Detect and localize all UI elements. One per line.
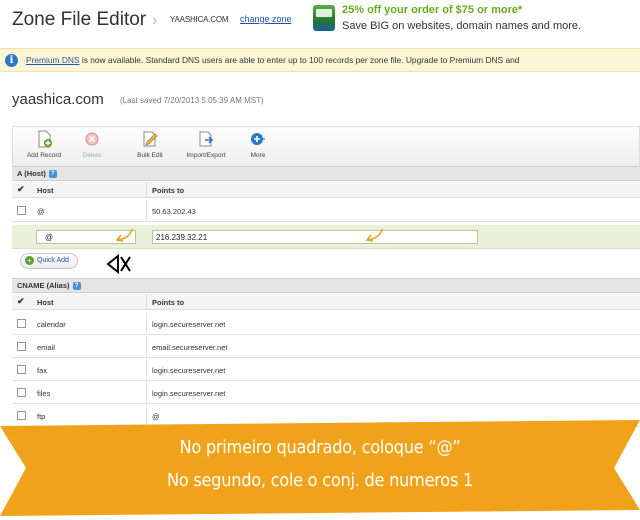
- new-points-to-input[interactable]: [152, 230, 478, 244]
- points-to-column-label: Points to: [152, 298, 185, 307]
- table-row[interactable]: email email.secureserver.net: [12, 336, 640, 358]
- more-button[interactable]: More: [231, 130, 285, 164]
- banner-line-1: No primeiro quadrado, coloque “@”: [179, 437, 461, 458]
- delete-icon: [85, 132, 99, 146]
- row-host: email: [37, 343, 55, 352]
- a-host-column-header: ✔ Host Points to: [12, 182, 640, 198]
- arrow-annotation-host: [115, 228, 133, 242]
- points-to-column-label: Points to: [152, 186, 185, 195]
- row-points-to: login.secureserver.net: [152, 320, 226, 329]
- info-icon: i: [5, 54, 18, 67]
- import-export-label: Import/Export: [186, 152, 226, 159]
- row-checkbox[interactable]: [17, 319, 26, 328]
- table-row[interactable]: fax login.secureserver.net: [12, 359, 640, 381]
- info-bar: i Premium DNS is now available. Standard…: [0, 48, 640, 72]
- row-points-to: email.secureserver.net: [152, 343, 228, 352]
- more-label: More: [250, 152, 266, 159]
- table-row[interactable]: files login.secureserver.net: [12, 382, 640, 404]
- more-icon: [251, 133, 265, 145]
- select-all-checkmark-icon[interactable]: ✔: [17, 296, 25, 307]
- row-checkbox[interactable]: [17, 388, 26, 397]
- change-zone-link[interactable]: change zone: [240, 14, 292, 24]
- cname-section-header: CNAME (Alias)?: [12, 278, 640, 293]
- column-divider: [146, 313, 147, 335]
- toolbar: Add Record Delete Bulk Edit Import/Expor…: [12, 126, 640, 166]
- select-all-checkmark-icon[interactable]: ✔: [17, 184, 25, 195]
- a-host-section-header: A (Host)?: [12, 166, 640, 181]
- row-host: @: [37, 207, 45, 216]
- column-divider: [146, 294, 147, 310]
- import-export-button[interactable]: Import/Export: [179, 130, 233, 164]
- chevron-right-icon: ›: [152, 12, 158, 29]
- column-divider: [146, 382, 147, 404]
- column-divider: [146, 359, 147, 381]
- banner-ribbon: [0, 420, 640, 516]
- pointer-cursor-icon: [106, 253, 131, 275]
- add-record-button[interactable]: Add Record: [17, 130, 71, 164]
- arrow-annotation-points: [365, 228, 383, 242]
- column-divider: [146, 336, 147, 358]
- app-header: Zone File Editor › YAASHICA.COM change z…: [0, 0, 640, 44]
- table-row[interactable]: @ 50.63.202.43: [12, 200, 640, 222]
- premium-dns-link[interactable]: Premium DNS: [26, 55, 80, 65]
- last-saved-text: (Last saved 7/20/2013 5:05:39 AM MST): [120, 96, 264, 105]
- row-points-to: 50.63.202.43: [152, 207, 196, 216]
- info-message: Premium DNS is now available. Standard D…: [26, 55, 519, 65]
- row-points-to: login.secureserver.net: [152, 389, 226, 398]
- quick-add-label: Quick Add: [37, 257, 69, 264]
- help-icon[interactable]: ?: [48, 170, 57, 179]
- bulk-edit-label: Bulk Edit: [137, 152, 163, 159]
- info-message-text: is now available. Standard DNS users are…: [79, 55, 520, 65]
- help-icon[interactable]: ?: [72, 282, 81, 291]
- bulk-edit-icon: [143, 131, 158, 147]
- add-record-icon: [38, 130, 52, 148]
- row-points-to: login.secureserver.net: [152, 366, 226, 375]
- a-host-section-title: A (Host): [17, 169, 46, 178]
- promo-headline[interactable]: 25% off your order of $75 or more*: [342, 4, 522, 16]
- row-checkbox[interactable]: [17, 342, 26, 351]
- column-divider: [146, 200, 147, 222]
- row-host: fax: [37, 366, 48, 375]
- row-host: files: [37, 389, 51, 398]
- current-domain-label: YAASHICA.COM: [170, 15, 229, 24]
- row-checkbox[interactable]: [17, 411, 26, 420]
- new-record-edit-row: [12, 225, 640, 249]
- table-row[interactable]: calendar login.secureserver.net: [12, 313, 640, 335]
- row-checkbox[interactable]: [17, 365, 26, 374]
- delete-button[interactable]: Delete: [65, 130, 119, 164]
- add-record-label: Add Record: [26, 152, 62, 159]
- quick-add-button[interactable]: + Quick Add: [20, 253, 78, 269]
- import-export-icon: [199, 131, 214, 147]
- cname-section-title: CNAME (Alias): [17, 281, 70, 290]
- host-column-label: Host: [37, 186, 54, 195]
- delete-label: Delete: [82, 152, 102, 159]
- bulk-edit-button[interactable]: Bulk Edit: [123, 130, 177, 164]
- promo-laptop-icon[interactable]: [313, 5, 335, 31]
- instruction-banner: [0, 420, 640, 516]
- zone-domain-title: yaashica.com: [12, 91, 104, 108]
- row-checkbox[interactable]: [17, 206, 26, 215]
- app-title: Zone File Editor: [12, 9, 147, 30]
- cname-column-header: ✔ Host Points to: [12, 294, 640, 310]
- plus-icon: +: [25, 256, 34, 265]
- row-host: calendar: [37, 320, 66, 329]
- host-column-label: Host: [37, 298, 54, 307]
- promo-subtext[interactable]: Save BIG on websites, domain names and m…: [342, 20, 581, 32]
- column-divider: [146, 182, 147, 198]
- banner-line-2: No segundo, cole o conj. de numeros 1: [166, 470, 474, 491]
